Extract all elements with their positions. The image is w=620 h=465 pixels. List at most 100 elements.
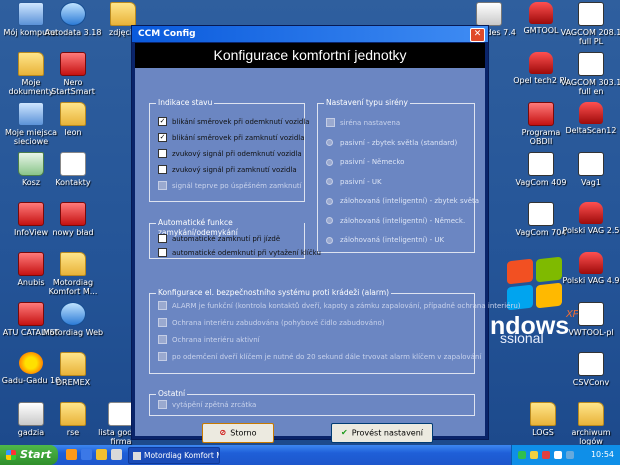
checkbox[interactable] xyxy=(158,234,167,243)
network-icon[interactable] xyxy=(518,451,526,459)
radio-row[interactable]: zálohovaná (inteligentní) - UK xyxy=(326,236,444,246)
vag-icon xyxy=(528,202,554,226)
checkbox-row[interactable]: zvukový signál při odemknutí vozidla xyxy=(158,149,302,159)
checkbox[interactable] xyxy=(158,352,167,361)
checkbox[interactable]: ✓ xyxy=(158,133,167,142)
radio-button[interactable] xyxy=(326,197,333,205)
radio-button[interactable] xyxy=(326,178,333,185)
checkbox[interactable] xyxy=(158,335,167,344)
checkbox-sirena-nastavena[interactable] xyxy=(326,118,335,127)
checkbox-row-sirena[interactable]: siréna nastavena xyxy=(326,118,400,128)
group-ostatni: Ostatní vytápění zpětná zrcátka xyxy=(149,389,475,416)
group-automaticke-funkce: Automatické funkce zamykání/odemykání au… xyxy=(149,218,321,259)
cancel-button[interactable]: ⊘ Storno xyxy=(202,423,274,443)
desktop-icon[interactable]: leon xyxy=(42,102,104,137)
desktop-icon-label: Kontakty xyxy=(55,178,91,187)
checkbox-row[interactable]: zvukový signál při zamknutí vozidla xyxy=(158,165,297,175)
red-icon xyxy=(60,52,86,76)
radio-row[interactable]: zálohovaná (inteligentní) - zbytek světa xyxy=(326,197,479,207)
desktop-icon[interactable]: Polski VAG 4.9 xyxy=(560,252,620,285)
desktop-show-icon[interactable] xyxy=(111,449,122,460)
ie-icon[interactable] xyxy=(81,449,92,460)
desktop-icon[interactable]: VAGCOM 303.1 full en xyxy=(560,52,620,96)
checkbox-label: blikání směrovek při odemknutí vozidla xyxy=(172,117,310,126)
red-icon xyxy=(528,102,554,126)
desktop-icon[interactable]: nowy bład xyxy=(42,202,104,237)
checkbox-label: vytápění zpětná zrcátka xyxy=(172,400,257,409)
checkbox[interactable] xyxy=(158,400,167,409)
desktop-icon[interactable]: Vag1 xyxy=(560,152,620,187)
radio-button[interactable] xyxy=(326,236,333,244)
group-legend: Nastavení typu sirény xyxy=(324,98,410,108)
desktop-icon[interactable]: Motordiag Komfort M... xyxy=(42,252,104,296)
radio-row[interactable]: pasivní - Německo xyxy=(326,158,404,168)
desktop-icon-label: VAGCOM 303.1 full en xyxy=(560,78,620,96)
vag-icon xyxy=(578,52,604,76)
firefox-icon[interactable] xyxy=(66,449,77,460)
net-icon xyxy=(60,2,86,26)
checkbox[interactable] xyxy=(158,149,167,158)
apply-settings-button[interactable]: ✔ Provést nastavení xyxy=(331,423,433,443)
radio-row[interactable]: zálohovaná (inteligentní) - Německ. xyxy=(326,216,465,226)
checkbox-row[interactable]: Ochrana interiéru zabudována (pohybové č… xyxy=(158,318,385,328)
checkbox-label: siréna nastavena xyxy=(340,118,401,127)
radio-button[interactable] xyxy=(326,217,333,224)
windows-flag-icon xyxy=(6,450,16,460)
monitor-icon[interactable] xyxy=(566,451,574,459)
radio-label: zálohovaná (inteligentní) - Německ. xyxy=(340,216,466,225)
shield-icon[interactable] xyxy=(530,451,538,459)
desktop-icon[interactable]: Kontakty xyxy=(42,152,104,187)
radio-row[interactable]: pasivní - UK xyxy=(326,177,382,187)
folder-icon xyxy=(110,2,136,26)
desktop-icon-label: Motordiag Web xyxy=(42,328,104,337)
desktop-icon[interactable]: CSVConv xyxy=(560,352,620,387)
vag-icon xyxy=(578,302,604,326)
desktop-icon[interactable]: VAGCOM 208.1 full PL xyxy=(560,2,620,46)
desktop-icon[interactable]: archiwum logów xyxy=(560,402,620,445)
checkbox-row[interactable]: ✓ blikání směrovek při zamknutí vozidla xyxy=(158,133,305,143)
checkbox[interactable] xyxy=(158,318,167,327)
cancel-button-label: Storno xyxy=(230,428,257,438)
checkbox-row[interactable]: Ochrana interiéru aktivní xyxy=(158,335,260,345)
window-titlebar[interactable]: CCM Config ✕ xyxy=(132,26,488,42)
checkbox-label: Ochrana interiéru zabudována (pohybové č… xyxy=(172,318,385,327)
checkbox-row[interactable]: automatické odemknutí při vytažení klíčk… xyxy=(158,248,321,258)
desktop-icon-label: DREMEX xyxy=(55,378,91,387)
taskbar-item-motordiag[interactable]: Motordiag Komfort M... xyxy=(128,447,220,464)
desktop-icon-label: Polski VAG 2.5 xyxy=(562,226,620,235)
desktop-icon[interactable]: VWTOOL-pl xyxy=(560,302,620,337)
radio-row[interactable]: pasivní - zbytek světla (standard) xyxy=(326,138,457,148)
check-icon: ✔ xyxy=(340,428,348,437)
radio-button[interactable] xyxy=(326,139,333,146)
red-icon xyxy=(18,302,44,326)
checkbox[interactable] xyxy=(158,248,167,257)
volume-icon[interactable] xyxy=(554,451,562,459)
checkbox-label: zvukový signál při zamknutí vozidla xyxy=(172,165,297,174)
radio-label: pasivní - zbytek světla (standard) xyxy=(340,138,458,147)
checkbox-row[interactable]: po odemčení dveří klíčem je nutné do 20 … xyxy=(158,352,481,362)
group-legend: Indikace stavu xyxy=(156,98,215,108)
checkbox[interactable] xyxy=(158,165,167,174)
desktop-icon[interactable]: Motordiag Web xyxy=(42,302,104,337)
checkbox[interactable] xyxy=(158,301,167,310)
checkbox-row[interactable]: ✓ blikání směrovek při odemknutí vozidla xyxy=(158,117,310,127)
desktop-icon[interactable]: DeltaScan12 xyxy=(560,102,620,135)
folder-icon[interactable] xyxy=(96,449,107,460)
checkbox-label: zvukový signál při odemknutí vozidla xyxy=(172,149,302,158)
desktop-icon[interactable]: Polski VAG 2.5 xyxy=(560,202,620,235)
pc-icon xyxy=(18,2,44,26)
checkbox-row[interactable]: signál teprve po úspěšném zamknutí xyxy=(158,181,302,191)
checkbox[interactable]: ✓ xyxy=(158,117,167,126)
close-button[interactable]: ✕ xyxy=(470,28,485,42)
checkbox-row[interactable]: automatické zamknutí při jízdě xyxy=(158,234,280,244)
start-button[interactable]: Start xyxy=(0,445,58,465)
checkbox-row[interactable]: ALARM je funkční (kontrola kontaktů dveř… xyxy=(158,301,521,311)
checkbox[interactable] xyxy=(158,181,167,190)
checkbox-row[interactable]: vytápění zpětná zrcátka xyxy=(158,400,256,410)
desktop-icon-label: nowy bład xyxy=(52,228,94,237)
desktop-icon[interactable]: Nero StartSmart xyxy=(42,52,104,96)
desktop-icon[interactable]: DREMEX xyxy=(42,352,104,387)
radio-button[interactable] xyxy=(326,158,333,166)
antivirus-icon[interactable] xyxy=(542,451,550,459)
desktop-icon-label: Vag1 xyxy=(581,178,601,187)
